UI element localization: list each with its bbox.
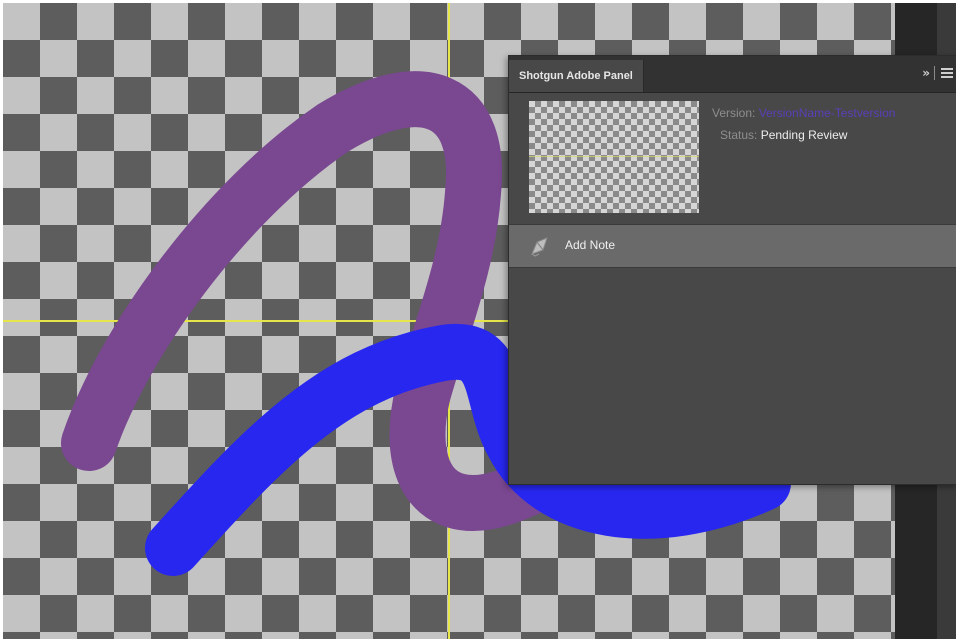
hamburger-menu-icon[interactable] [941,68,953,78]
panel-tab-bar: Shotgun Adobe Panel » [509,56,956,93]
version-row: Version: VersionName-Testversion [712,106,895,120]
status-value: Pending Review [760,128,848,142]
version-thumbnail [529,101,699,213]
controls-separator [934,66,935,80]
panel-title-tab[interactable]: Shotgun Adobe Panel [509,60,644,92]
panel-controls: » [922,64,953,82]
status-row: Status: Pending Review [720,128,847,142]
note-pen-icon [531,237,548,257]
version-label: Version: [712,106,756,120]
add-note-button[interactable]: Add Note [509,224,956,268]
application-window: Shotgun Adobe Panel » Version: VersionNa… [3,3,956,639]
thumbnail-guide-line [529,156,699,157]
status-label: Status: [720,128,758,142]
shotgun-adobe-panel: Shotgun Adobe Panel » Version: VersionNa… [508,55,956,485]
double-chevron-right-icon[interactable]: » [922,66,934,80]
add-note-label: Add Note [565,238,616,252]
version-link[interactable]: VersionName-Testversion [759,106,896,120]
